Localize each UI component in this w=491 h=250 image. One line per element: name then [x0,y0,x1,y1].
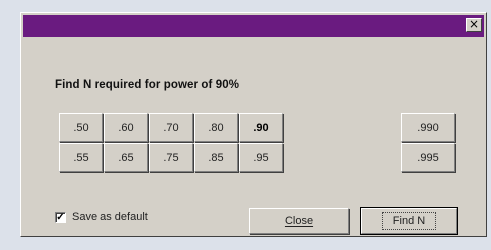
power-button[interactable]: .95 [239,143,283,172]
power-button[interactable]: .990 [401,113,455,142]
power-button[interactable]: .50 [59,113,103,142]
close-icon: × [468,17,480,31]
close-button-label: Close [284,215,314,227]
power-button-selected[interactable]: .90 [239,113,283,142]
power-button[interactable]: .70 [149,113,193,142]
save-default-checkbox[interactable]: ✓ [55,211,66,223]
save-default-label: Save as default [72,211,148,223]
power-button[interactable]: .65 [104,143,148,172]
window-close-button[interactable]: × [466,18,482,32]
title-bar: × [23,15,484,37]
save-default-option[interactable]: ✓ Save as default [55,211,148,223]
power-button[interactable]: .60 [104,113,148,142]
power-button[interactable]: .995 [401,143,455,172]
power-button[interactable]: .80 [194,113,238,142]
power-grid: .50 .60 .70 .80 .90 .55 .65 .75 .85 .95 [59,113,284,173]
power-button[interactable]: .55 [59,143,103,172]
power-prompt: Find N required for power of 90% [55,79,240,91]
power-extra-grid: .990 .995 [401,113,456,173]
screen-background: × Find N required for power of 90% .50 .… [0,0,491,250]
find-n-button-label: Find N [381,212,437,230]
power-button[interactable]: .75 [149,143,193,172]
close-button[interactable]: Close [249,208,349,234]
power-dialog: × Find N required for power of 90% .50 .… [20,12,487,237]
find-n-button[interactable]: Find N [360,207,458,235]
power-button[interactable]: .85 [194,143,238,172]
